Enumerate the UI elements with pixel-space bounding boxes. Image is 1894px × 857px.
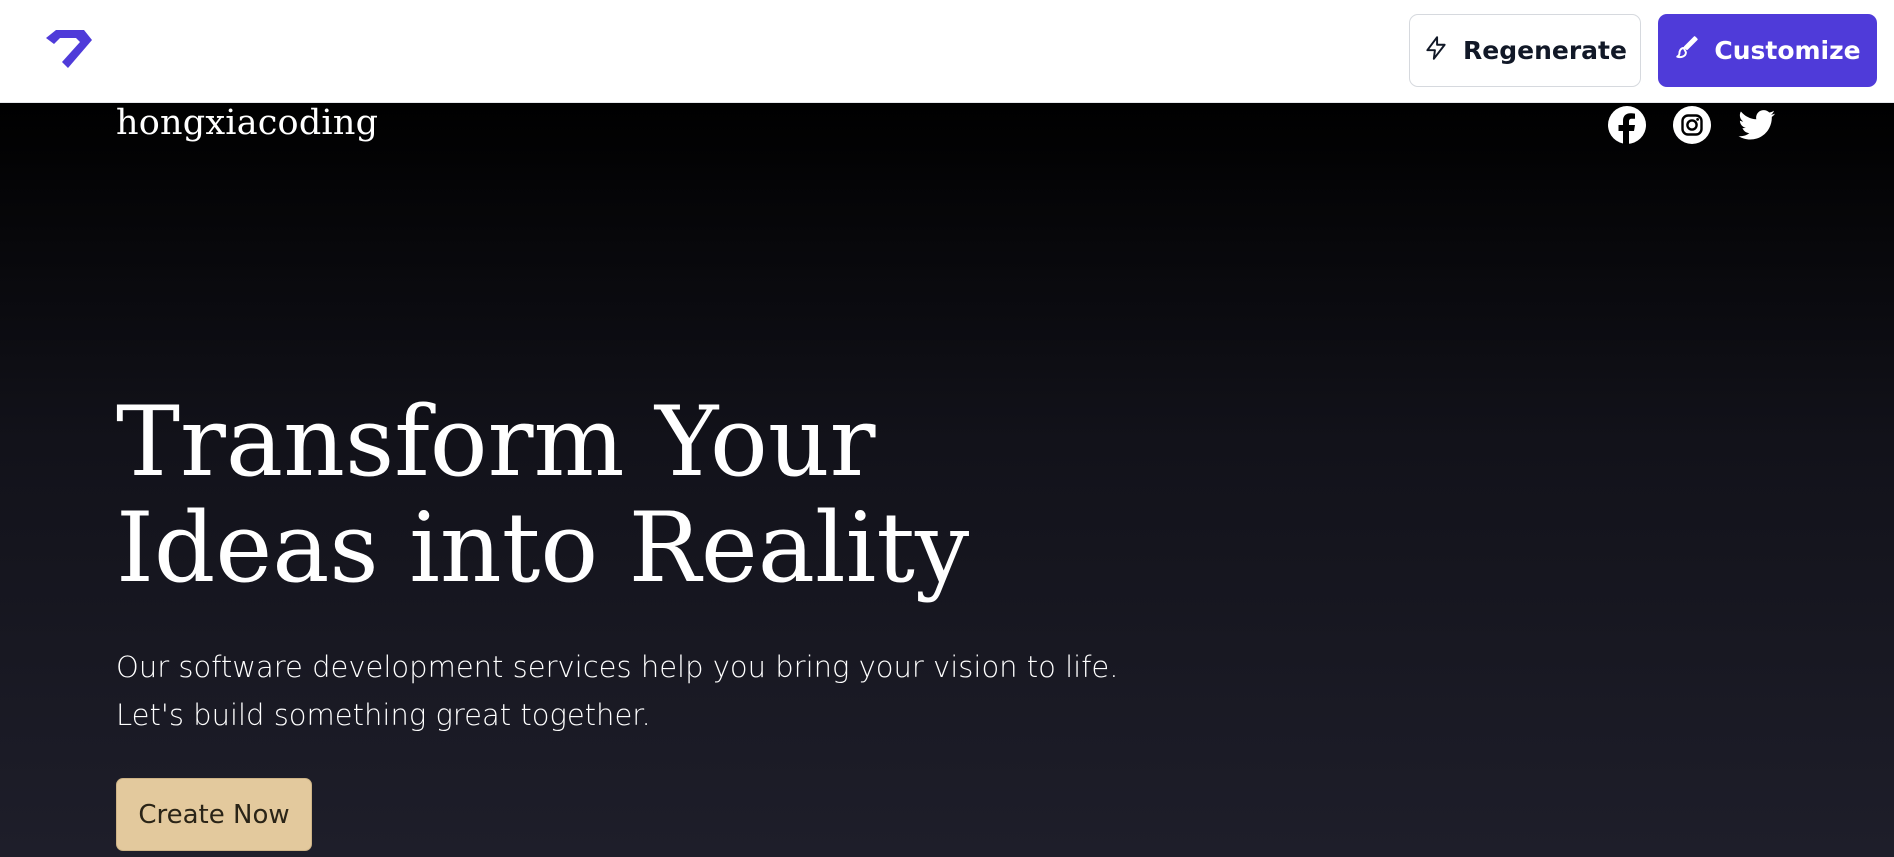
builder-toolbar: Regenerate Customize: [0, 0, 1894, 103]
hero-title-line1: Transform Your: [116, 386, 876, 498]
paintbrush-icon: [1674, 35, 1700, 67]
hero-subtitle-line1: Our software development services help y…: [116, 650, 1119, 684]
instagram-icon[interactable]: [1672, 105, 1712, 145]
hero-subtitle: Our software development services help y…: [116, 643, 1216, 739]
customize-label: Customize: [1714, 36, 1861, 65]
hero-title: Transform Your Ideas into Reality: [116, 389, 1016, 601]
site-preview: hongxiacoding Transform Your Ideas into …: [0, 103, 1894, 857]
diamond-logo-icon[interactable]: [40, 28, 96, 72]
twitter-icon[interactable]: [1737, 105, 1777, 145]
facebook-icon[interactable]: [1607, 105, 1647, 145]
lightning-icon: [1423, 35, 1449, 67]
regenerate-label: Regenerate: [1463, 36, 1627, 65]
create-now-button[interactable]: Create Now: [116, 778, 312, 851]
regenerate-button[interactable]: Regenerate: [1409, 14, 1641, 87]
site-brand[interactable]: hongxiacoding: [116, 103, 378, 143]
hero-subtitle-line2: Let's build something great together.: [116, 698, 651, 732]
hero-title-line2: Ideas into Reality: [116, 492, 970, 604]
customize-button[interactable]: Customize: [1658, 14, 1877, 87]
